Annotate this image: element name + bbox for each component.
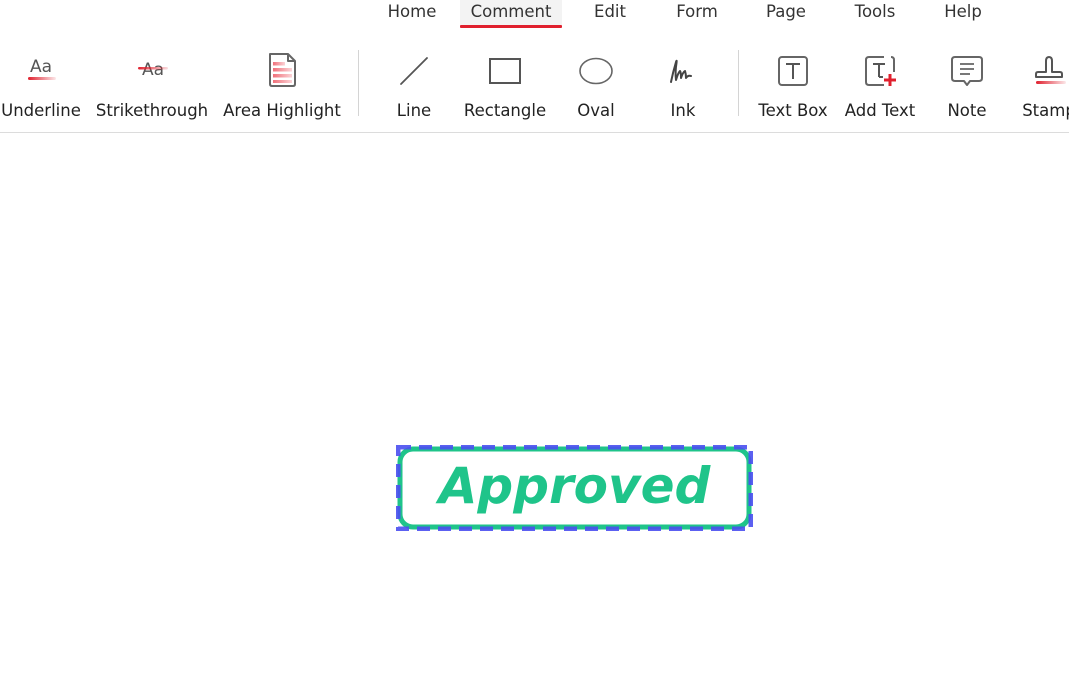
rectangle-icon [489,58,521,84]
stamp-tool-button[interactable]: Stamp [1018,46,1069,126]
underline-tool-button[interactable]: Aa Underline [0,46,82,126]
tab-edit[interactable]: Edit [582,0,638,28]
ribbon-separator [738,50,739,116]
oval-label: Oval [577,101,615,120]
ribbon-separator [358,50,359,116]
rectangle-label: Rectangle [463,101,547,120]
strikethrough-icon: Aa [138,60,168,80]
document-canvas[interactable] [0,133,1069,687]
strikethrough-icon-glyph: Aa [142,60,164,80]
comment-ribbon: Aa Underline Aa Strikethrough Area Highl… [0,40,1069,133]
area-highlight-icon [269,53,296,87]
tab-page[interactable]: Page [754,0,818,28]
text-box-tool-button[interactable]: Text Box [754,46,832,126]
stamp-icon [1035,56,1066,84]
add-text-icon [865,56,896,86]
text-box-label: Text Box [758,101,828,120]
line-label: Line [396,101,432,120]
area-highlight-label: Area Highlight [223,101,341,120]
line-icon [400,57,428,85]
ink-icon [670,59,692,83]
strikethrough-tool-button[interactable]: Aa Strikethrough [96,46,208,126]
note-icon [951,56,983,86]
rectangle-tool-button[interactable]: Rectangle [460,46,550,126]
oval-tool-button[interactable]: Oval [566,46,626,126]
ink-label: Ink [670,101,696,120]
oval-icon [579,57,613,85]
underline-icon-glyph: Aa [30,57,52,77]
tab-tools[interactable]: Tools [842,0,908,28]
note-tool-button[interactable]: Note [940,46,994,126]
tab-comment[interactable]: Comment [460,0,562,28]
stamp-text: Approved [438,457,711,515]
menu-bar: Home Comment Edit Form Page Tools Help [0,0,1069,30]
tab-form[interactable]: Form [664,0,730,28]
area-highlight-tool-button[interactable]: Area Highlight [222,46,342,126]
add-text-label: Add Text [844,101,916,120]
ink-tool-button[interactable]: Ink [654,46,712,126]
text-box-icon [778,56,808,86]
line-tool-button[interactable]: Line [386,46,442,126]
tab-help[interactable]: Help [934,0,992,28]
approved-stamp[interactable]: Approved [396,445,753,531]
strikethrough-label: Strikethrough [95,101,209,120]
tab-home[interactable]: Home [380,0,444,28]
add-text-tool-button[interactable]: Add Text [840,46,920,126]
stamp-label: Stamp [1022,101,1069,120]
underline-icon: Aa [28,57,56,80]
note-label: Note [947,101,987,120]
underline-label: Underline [1,101,81,120]
